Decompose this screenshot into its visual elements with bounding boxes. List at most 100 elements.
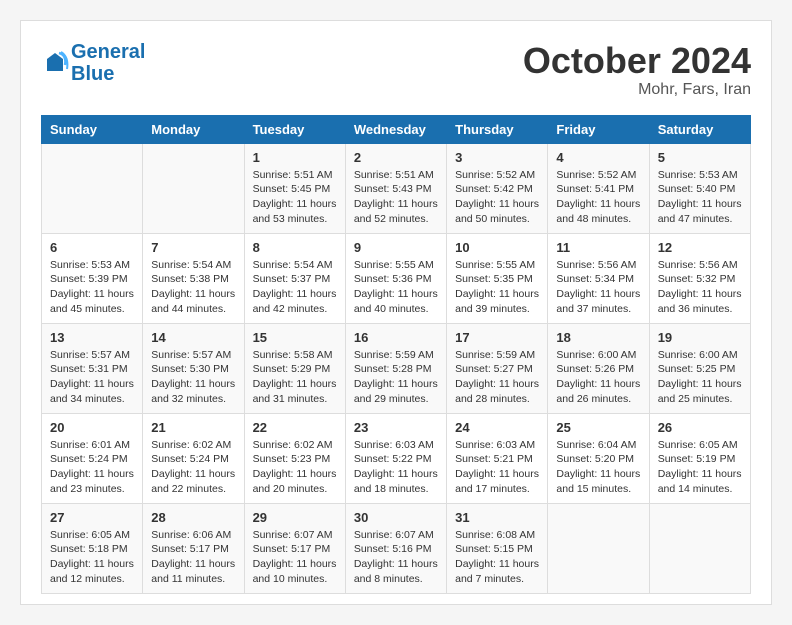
calendar-container: General Blue October 2024 Mohr, Fars, Ir…	[20, 20, 772, 605]
day-number: 21	[151, 420, 235, 435]
day-info: Sunrise: 5:56 AM Sunset: 5:34 PM Dayligh…	[556, 258, 640, 317]
day-info: Sunrise: 6:07 AM Sunset: 5:16 PM Dayligh…	[354, 528, 438, 587]
day-cell: 18Sunrise: 6:00 AM Sunset: 5:26 PM Dayli…	[548, 323, 649, 413]
day-cell: 26 Sunrise: 6:05 AM Sunset: 5:19 PM Dayli…	[649, 413, 750, 503]
day-number: 11	[556, 240, 640, 255]
day-number: 29	[253, 510, 337, 525]
day-info: Sunrise: 6:06 AM Sunset: 5:17 PM Dayligh…	[151, 528, 235, 587]
day-number: 12	[658, 240, 742, 255]
day-cell: 2 Sunrise: 5:51 AM Sunset: 5:43 PM Daylig…	[345, 143, 446, 233]
day-info: Sunrise: 5:59 AM Sunset: 5:28 PM Dayligh…	[354, 348, 438, 407]
day-number: 2	[354, 150, 438, 165]
day-number: 22	[253, 420, 337, 435]
day-number: 7	[151, 240, 235, 255]
week-row-1: 1 Sunrise: 5:51 AM Sunset: 5:45 PM Daylig…	[42, 143, 751, 233]
day-number: 28	[151, 510, 235, 525]
day-cell	[143, 143, 244, 233]
week-row-2: 6Sunrise: 5:53 AM Sunset: 5:39 PM Daylig…	[42, 233, 751, 323]
day-number: 4	[556, 150, 640, 165]
day-number: 8	[253, 240, 337, 255]
day-cell: 12 Sunrise: 5:56 AM Sunset: 5:32 PM Dayli…	[649, 233, 750, 323]
col-header-monday: Monday	[143, 115, 244, 143]
week-row-4: 20 Sunrise: 6:01 AM Sunset: 5:24 PM Dayli…	[42, 413, 751, 503]
day-cell: 21 Sunrise: 6:02 AM Sunset: 5:24 PM Dayli…	[143, 413, 244, 503]
day-cell: 4 Sunrise: 5:52 AM Sunset: 5:41 PM Daylig…	[548, 143, 649, 233]
day-cell: 16 Sunrise: 5:59 AM Sunset: 5:28 PM Dayli…	[345, 323, 446, 413]
day-number: 25	[556, 420, 640, 435]
logo-text: General Blue	[71, 41, 145, 85]
day-info: Sunrise: 5:53 AM Sunset: 5:40 PM Dayligh…	[658, 168, 742, 227]
day-cell: 1 Sunrise: 5:51 AM Sunset: 5:45 PM Daylig…	[244, 143, 345, 233]
day-cell: 19 Sunrise: 6:00 AM Sunset: 5:25 PM Dayli…	[649, 323, 750, 413]
day-number: 24	[455, 420, 539, 435]
day-info: Sunrise: 5:54 AM Sunset: 5:37 PM Dayligh…	[253, 258, 337, 317]
day-info: Sunrise: 5:57 AM Sunset: 5:31 PM Dayligh…	[50, 348, 134, 407]
day-info: Sunrise: 6:03 AM Sunset: 5:22 PM Dayligh…	[354, 438, 438, 497]
col-header-thursday: Thursday	[447, 115, 548, 143]
day-info: Sunrise: 5:58 AM Sunset: 5:29 PM Dayligh…	[253, 348, 337, 407]
logo-icon	[41, 49, 69, 77]
day-cell	[42, 143, 143, 233]
day-info: Sunrise: 5:52 AM Sunset: 5:41 PM Dayligh…	[556, 168, 640, 227]
day-cell: 24 Sunrise: 6:03 AM Sunset: 5:21 PM Dayli…	[447, 413, 548, 503]
day-info: Sunrise: 6:05 AM Sunset: 5:19 PM Dayligh…	[658, 438, 742, 497]
day-cell: 29 Sunrise: 6:07 AM Sunset: 5:17 PM Dayli…	[244, 503, 345, 593]
day-number: 27	[50, 510, 134, 525]
day-number: 13	[50, 330, 134, 345]
day-number: 18	[556, 330, 640, 345]
day-number: 9	[354, 240, 438, 255]
day-number: 31	[455, 510, 539, 525]
day-cell: 25Sunrise: 6:04 AM Sunset: 5:20 PM Dayli…	[548, 413, 649, 503]
day-info: Sunrise: 6:03 AM Sunset: 5:21 PM Dayligh…	[455, 438, 539, 497]
calendar-header: General Blue October 2024 Mohr, Fars, Ir…	[41, 41, 751, 99]
day-cell: 13 Sunrise: 5:57 AM Sunset: 5:31 PM Dayli…	[42, 323, 143, 413]
day-cell: 17Sunrise: 5:59 AM Sunset: 5:27 PM Dayli…	[447, 323, 548, 413]
day-info: Sunrise: 5:54 AM Sunset: 5:38 PM Dayligh…	[151, 258, 235, 317]
day-info: Sunrise: 5:57 AM Sunset: 5:30 PM Dayligh…	[151, 348, 235, 407]
day-number: 19	[658, 330, 742, 345]
day-cell	[649, 503, 750, 593]
day-number: 1	[253, 150, 337, 165]
day-cell: 30 Sunrise: 6:07 AM Sunset: 5:16 PM Dayli…	[345, 503, 446, 593]
day-number: 10	[455, 240, 539, 255]
week-row-3: 13 Sunrise: 5:57 AM Sunset: 5:31 PM Dayli…	[42, 323, 751, 413]
day-info: Sunrise: 5:56 AM Sunset: 5:32 PM Dayligh…	[658, 258, 742, 317]
day-number: 17	[455, 330, 539, 345]
day-info: Sunrise: 6:02 AM Sunset: 5:23 PM Dayligh…	[253, 438, 337, 497]
day-number: 26	[658, 420, 742, 435]
day-cell: 11 Sunrise: 5:56 AM Sunset: 5:34 PM Dayli…	[548, 233, 649, 323]
day-info: Sunrise: 6:01 AM Sunset: 5:24 PM Dayligh…	[50, 438, 134, 497]
day-number: 14	[151, 330, 235, 345]
day-info: Sunrise: 5:55 AM Sunset: 5:35 PM Dayligh…	[455, 258, 539, 317]
day-number: 16	[354, 330, 438, 345]
col-header-tuesday: Tuesday	[244, 115, 345, 143]
day-cell: 9Sunrise: 5:55 AM Sunset: 5:36 PM Daylig…	[345, 233, 446, 323]
logo: General Blue	[41, 41, 145, 85]
day-info: Sunrise: 6:07 AM Sunset: 5:17 PM Dayligh…	[253, 528, 337, 587]
day-number: 15	[253, 330, 337, 345]
day-info: Sunrise: 6:05 AM Sunset: 5:18 PM Dayligh…	[50, 528, 134, 587]
day-number: 20	[50, 420, 134, 435]
day-number: 23	[354, 420, 438, 435]
week-row-5: 27 Sunrise: 6:05 AM Sunset: 5:18 PM Dayli…	[42, 503, 751, 593]
col-header-friday: Friday	[548, 115, 649, 143]
day-cell: 10 Sunrise: 5:55 AM Sunset: 5:35 PM Dayli…	[447, 233, 548, 323]
day-cell: 6Sunrise: 5:53 AM Sunset: 5:39 PM Daylig…	[42, 233, 143, 323]
location: Mohr, Fars, Iran	[523, 81, 751, 99]
day-cell: 28 Sunrise: 6:06 AM Sunset: 5:17 PM Dayli…	[143, 503, 244, 593]
day-number: 30	[354, 510, 438, 525]
day-cell	[548, 503, 649, 593]
day-info: Sunrise: 6:02 AM Sunset: 5:24 PM Dayligh…	[151, 438, 235, 497]
day-info: Sunrise: 5:51 AM Sunset: 5:45 PM Dayligh…	[253, 168, 337, 227]
day-cell: 27 Sunrise: 6:05 AM Sunset: 5:18 PM Dayli…	[42, 503, 143, 593]
day-info: Sunrise: 6:00 AM Sunset: 5:25 PM Dayligh…	[658, 348, 742, 407]
title-block: October 2024 Mohr, Fars, Iran	[523, 41, 751, 99]
day-cell: 20 Sunrise: 6:01 AM Sunset: 5:24 PM Dayli…	[42, 413, 143, 503]
day-info: Sunrise: 6:08 AM Sunset: 5:15 PM Dayligh…	[455, 528, 539, 587]
day-cell: 3Sunrise: 5:52 AM Sunset: 5:42 PM Daylig…	[447, 143, 548, 233]
day-info: Sunrise: 5:51 AM Sunset: 5:43 PM Dayligh…	[354, 168, 438, 227]
month-title: October 2024	[523, 41, 751, 81]
col-header-wednesday: Wednesday	[345, 115, 446, 143]
day-number: 5	[658, 150, 742, 165]
day-number: 3	[455, 150, 539, 165]
